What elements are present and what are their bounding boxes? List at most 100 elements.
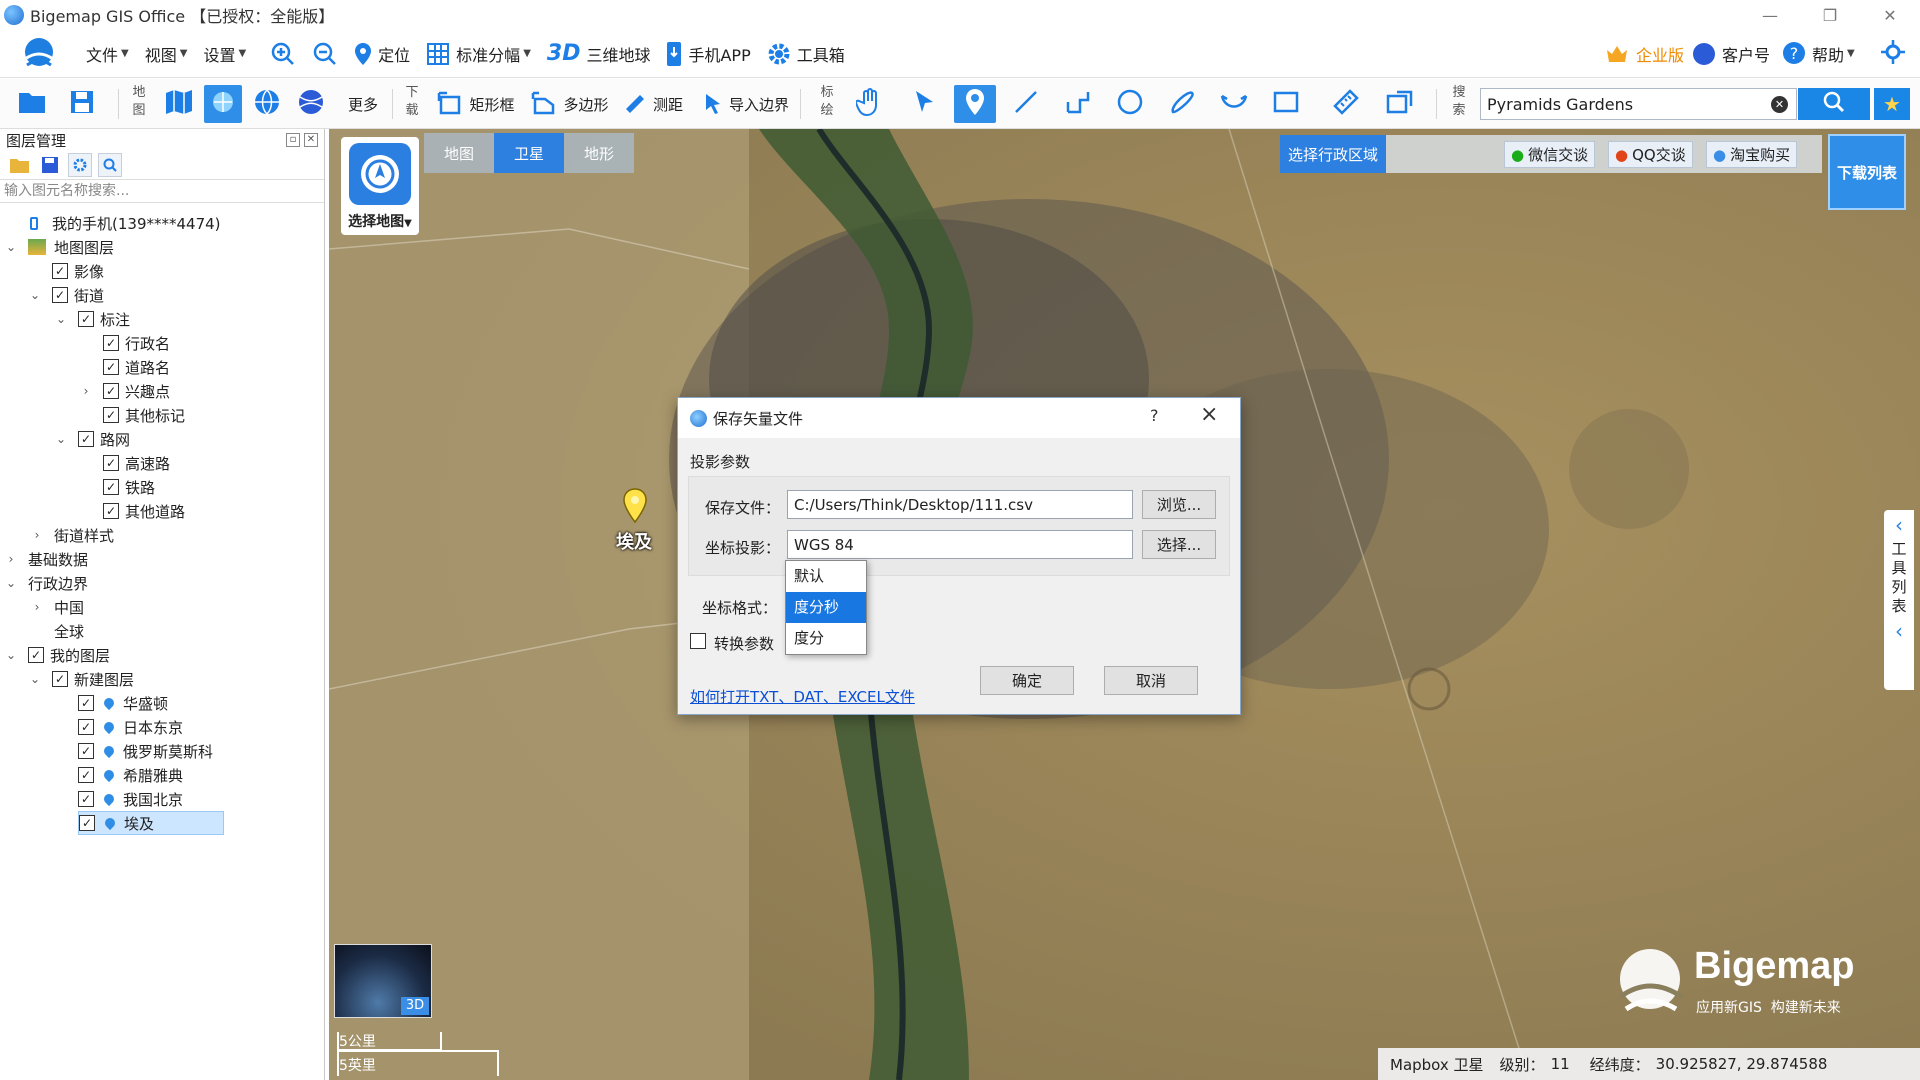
browse-button[interactable]: 浏览... [1142,490,1216,519]
format-option-dms[interactable]: 度分秒 [786,592,866,623]
format-option-dm[interactable]: 度分 [786,623,866,654]
locate-button[interactable]: 定位 [346,30,418,78]
help-button[interactable]: ? 帮助 ▼ [1774,30,1863,78]
checkbox[interactable]: ✓ [103,407,119,423]
import-border-button[interactable]: 导入边界 [700,85,792,123]
more-button[interactable]: 更多 [342,85,384,123]
standard-sheet-button[interactable]: 标准分幅 ▼ [418,30,539,78]
checkbox[interactable]: ✓ [103,383,119,399]
tree-item-admin-names[interactable]: ✓ 行政名 [103,331,170,355]
checkbox[interactable]: ✓ [78,431,94,447]
chevron-left-icon[interactable]: ‹ [1895,616,1903,646]
tree-item-egypt[interactable]: ✓ 埃及 [78,811,224,835]
checkbox[interactable]: ✓ [103,335,119,351]
tree-item-street-style[interactable]: › 街道样式 [30,523,114,547]
search-input[interactable]: Pyramids Gardens ✕ [1480,88,1797,120]
checkbox[interactable]: ✓ [103,503,119,519]
polyline-tool-button[interactable] [1058,85,1098,123]
checkbox[interactable]: ✓ [52,287,68,303]
search-button[interactable] [1798,88,1870,120]
minimap-3d[interactable]: 3D [334,944,432,1018]
toolbox-button[interactable]: 工具箱 [759,30,853,78]
globe-3d-button[interactable]: 3D 三维地球 [539,30,659,78]
tree-item-washington[interactable]: ✓ 华盛顿 [78,691,168,715]
close-icon[interactable]: × [1200,402,1218,427]
tree-item-poi[interactable]: › ✓ 兴趣点 [79,379,170,403]
tree-item-imagery[interactable]: ✓ 影像 [52,259,104,283]
tree-item-tokyo[interactable]: ✓ 日本东京 [78,715,183,739]
tree-item-map-layers[interactable]: ⌄ 地图图层 [4,235,114,259]
rect-select-button[interactable]: 矩形框 [432,85,520,123]
curve-tool-button[interactable] [1162,85,1202,123]
chevron-down-icon[interactable]: ⌄ [28,672,42,686]
chevron-left-icon[interactable]: ‹ [1895,510,1903,540]
checkbox[interactable]: ✓ [78,767,94,783]
close-panel-icon[interactable]: ✕ [304,133,318,147]
tab-satellite[interactable]: 卫星 [494,133,564,173]
area-tool-button[interactable] [1380,85,1420,123]
checkbox[interactable]: ✓ [52,671,68,687]
open-folder-icon[interactable] [8,153,32,177]
tree-item-athens[interactable]: ✓ 希腊雅典 [78,763,183,787]
checkbox[interactable]: ✓ [78,743,94,759]
tree-item-annotation[interactable]: ⌄ ✓ 标注 [54,307,130,331]
customer-button[interactable]: 客户号 [1684,30,1778,78]
download-list-button[interactable]: 下载列表 [1828,134,1906,210]
circle-tool-button[interactable] [1110,85,1150,123]
tree-item-highway[interactable]: ✓ 高速路 [103,451,170,475]
tree-item-other-roads[interactable]: ✓ 其他道路 [103,499,185,523]
pan-tool-button[interactable] [850,85,890,123]
chevron-down-icon[interactable]: ⌄ [4,576,18,590]
checkbox[interactable]: ✓ [78,695,94,711]
select-tool-button[interactable] [904,85,944,123]
tree-item-phone[interactable]: 我的手机(139****4474) [30,211,221,235]
help-icon[interactable]: ? [1150,406,1159,425]
open-folder-button[interactable] [12,85,52,123]
checkbox[interactable]: ✓ [103,455,119,471]
checkbox[interactable]: ✓ [78,719,94,735]
taobao-button[interactable]: ● 淘宝购买 [1706,141,1798,168]
tab-map[interactable]: 地图 [424,133,494,173]
settings-layer-icon[interactable] [68,153,92,177]
line-tool-button[interactable] [1006,85,1046,123]
tree-item-moscow[interactable]: ✓ 俄罗斯莫斯科 [78,739,213,763]
tree-item-my-layers[interactable]: ⌄ ✓ 我的图层 [4,643,110,667]
satellite-layer-button[interactable] [204,85,242,123]
chevron-down-icon[interactable]: ⌄ [28,288,42,302]
enterprise-button[interactable]: 企业版 [1596,30,1692,78]
close-window-icon[interactable]: ✕ [1860,0,1920,30]
zoom-out-button[interactable] [304,30,346,78]
tree-item-base-data[interactable]: › 基础数据 [4,547,88,571]
tree-item-other-marks[interactable]: ✓ 其他标记 [103,403,185,427]
polygon-select-button[interactable]: 多边形 [528,85,612,123]
projection-input[interactable]: WGS 84 [787,530,1133,559]
tree-item-new-layer[interactable]: ⌄ ✓ 新建图层 [28,667,134,691]
globe-layer-button[interactable] [248,85,286,123]
float-panel-icon[interactable]: ▫ [286,133,300,147]
checkbox[interactable]: ✓ [103,359,119,375]
menu-file[interactable]: 文件 ▼ [78,30,137,78]
globe-alt-layer-button[interactable] [292,85,330,123]
layer-filter-input[interactable]: 输入图元名称搜索... [0,179,324,203]
search-layer-icon[interactable] [98,153,122,177]
chevron-down-icon[interactable]: ⌄ [4,648,18,662]
select-map-button[interactable]: 选择地图▼ [341,137,419,235]
minimize-icon[interactable]: — [1740,0,1800,30]
qq-chat-button[interactable]: ● QQ交谈 [1608,141,1693,168]
sync-button[interactable] [1872,30,1914,78]
measure-button[interactable]: 测距 [620,85,686,123]
chevron-right-icon[interactable]: › [30,528,44,542]
restore-icon[interactable]: ❐ [1800,0,1860,30]
tree-item-global[interactable]: 全球 [54,619,84,643]
chevron-right-icon[interactable]: › [30,600,44,614]
favorites-button[interactable]: ★ [1874,88,1910,120]
tree-item-railway[interactable]: ✓ 铁路 [103,475,155,499]
chevron-down-icon[interactable]: ⌄ [54,312,68,326]
tab-terrain[interactable]: 地形 [564,133,634,173]
checkbox[interactable]: ✓ [52,263,68,279]
marker-tool-button[interactable] [954,85,996,123]
cancel-button[interactable]: 取消 [1104,666,1198,695]
tree-item-china[interactable]: › 中国 [30,595,84,619]
chevron-down-icon[interactable]: ⌄ [54,432,68,446]
mobile-app-button[interactable]: 手机APP [658,30,758,78]
